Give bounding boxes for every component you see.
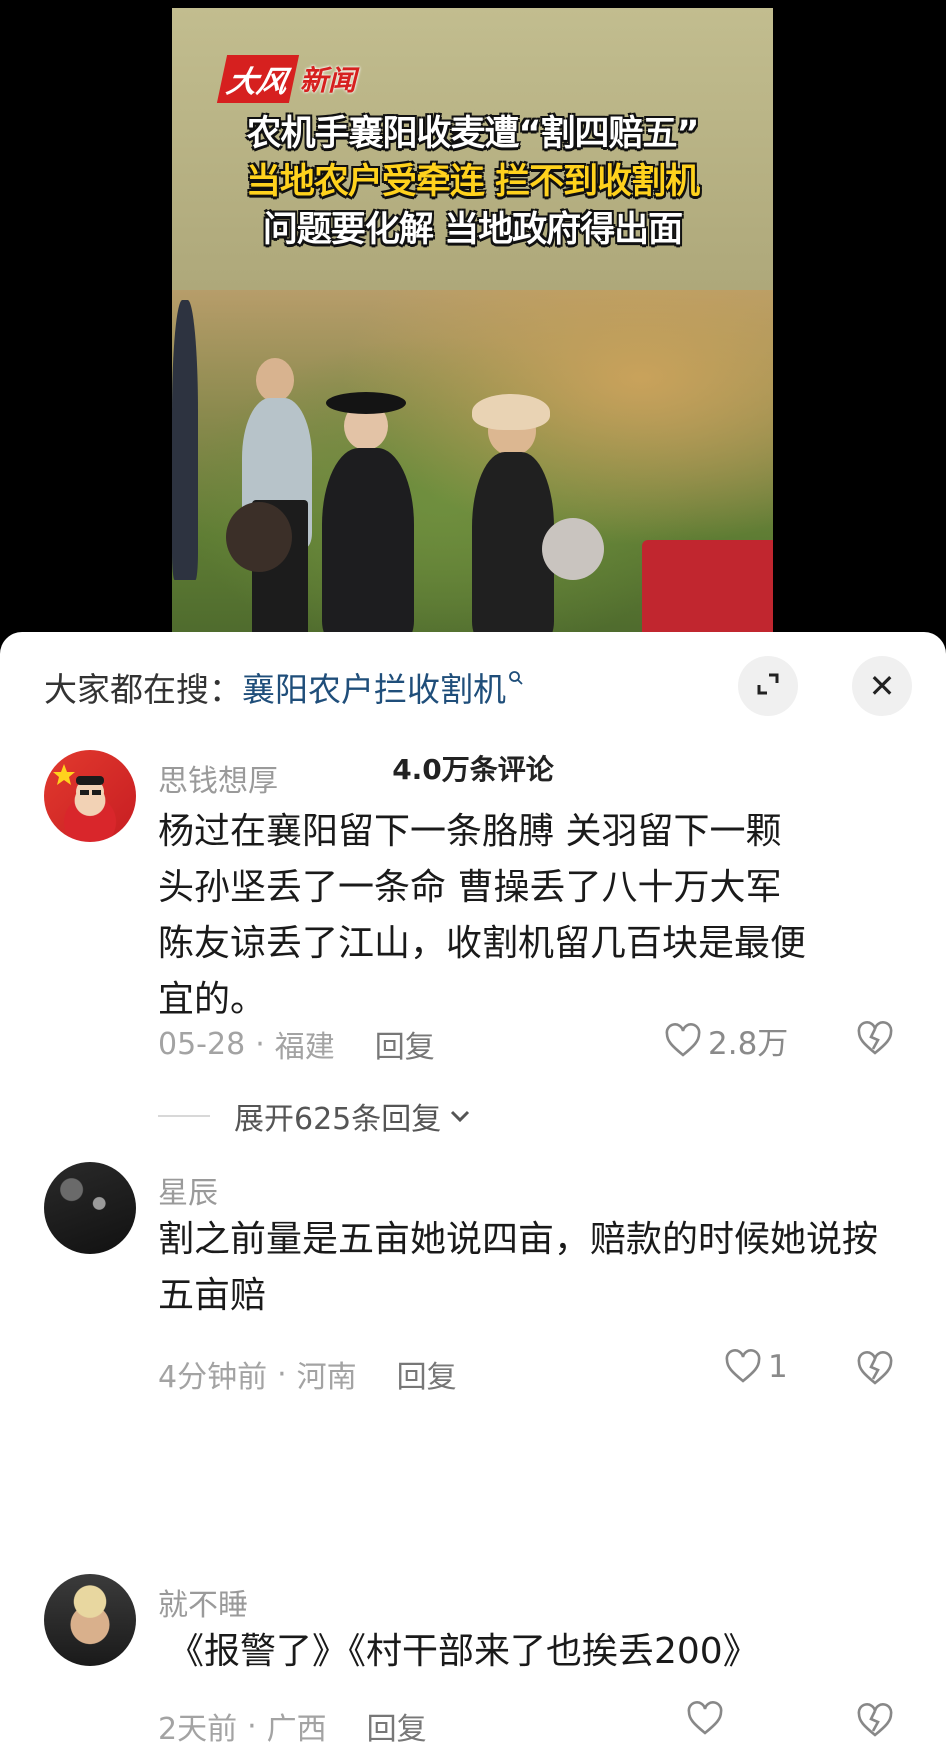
comment-username[interactable]: 星辰 — [158, 1168, 218, 1212]
avatar[interactable] — [44, 1162, 136, 1254]
comment-location: 广西 — [266, 1712, 327, 1747]
comment-time: 2天前 — [158, 1712, 238, 1747]
logo-text: 新闻 — [300, 64, 357, 97]
comment-text: 割之前量是五亩她说四亩，赔款的时候她说按五亩赔 — [158, 1219, 879, 1316]
hat — [472, 394, 550, 430]
expand-icon — [754, 670, 782, 702]
separator-dot: · — [277, 1356, 287, 1392]
person-figure — [172, 300, 198, 580]
video-player[interactable]: 大风 新闻 农机手襄阳收麦遭“割四赔五” 当地农户受牵连 拦不到收割机 问题要化… — [0, 0, 946, 640]
comment-text: 《报警了》《村干部来了也挨丢200》 — [168, 1631, 759, 1672]
reply-button[interactable]: 回复 — [375, 1022, 435, 1066]
close-icon: ✕ — [868, 667, 896, 705]
person-head — [226, 502, 292, 572]
avatar[interactable] — [44, 750, 136, 842]
like-button[interactable]: 1 — [724, 1348, 788, 1386]
news-banner: 大风 新闻 农机手襄阳收麦遭“割四赔五” 当地农户受牵连 拦不到收割机 问题要化… — [172, 8, 773, 290]
heart-icon — [687, 1701, 723, 1735]
expand-replies-button[interactable]: 展开625条回复 — [158, 1094, 473, 1138]
trending-search[interactable]: 大家都在搜： 襄阳农户拦收割机 — [44, 667, 524, 709]
search-prefix: 大家都在搜： — [44, 670, 242, 709]
like-count: 1 — [768, 1349, 788, 1385]
expand-line — [158, 1115, 210, 1117]
reply-button[interactable]: 回复 — [367, 1704, 427, 1748]
chevron-down-icon — [451, 1110, 470, 1123]
headline-line-3: 问题要化解 当地政府得出面 — [262, 210, 683, 250]
headline-line-2: 当地农户受牵连 拦不到收割机 — [245, 162, 700, 202]
comment-meta: 4分钟前 · 河南 回复 — [158, 1352, 457, 1396]
dislike-icon[interactable] — [856, 1702, 894, 1740]
person-figure — [322, 448, 414, 640]
field-scene-image — [172, 290, 773, 640]
like-button[interactable]: 2.8万 — [664, 1018, 788, 1063]
hat — [326, 392, 406, 414]
comment-panel: 大家都在搜： 襄阳农户拦收割机 ✕ 4.0万条评论 思钱想厚 杨过在襄阳留下一条… — [0, 632, 946, 1761]
harvester-machine — [642, 540, 773, 640]
expand-replies-label: 展开625条回复 — [234, 1102, 442, 1137]
separator-dot: · — [247, 1708, 257, 1744]
separator-dot: · — [255, 1026, 265, 1062]
avatar[interactable] — [44, 1574, 136, 1666]
logo-mark: 大风 — [216, 55, 300, 103]
reply-button[interactable]: 回复 — [397, 1352, 457, 1396]
comment-location: 福建 — [274, 1030, 335, 1065]
news-logo: 大风 新闻 — [216, 55, 357, 103]
close-button[interactable]: ✕ — [852, 656, 912, 716]
dislike-icon[interactable] — [856, 1350, 894, 1388]
headline-line-1: 农机手襄阳收麦遭“割四赔五” — [246, 114, 699, 154]
search-icon[interactable] — [508, 667, 524, 692]
expand-button[interactable] — [738, 656, 798, 716]
video-frame[interactable]: 大风 新闻 农机手襄阳收麦遭“割四赔五” 当地农户受牵连 拦不到收割机 问题要化… — [172, 8, 773, 640]
comment-meta: 05-28 · 福建 回复 — [158, 1022, 435, 1066]
like-count: 2.8万 — [708, 1026, 789, 1062]
comment-time: 05-28 — [158, 1026, 246, 1062]
person-head — [542, 518, 604, 580]
comment-location: 河南 — [296, 1360, 357, 1395]
like-button[interactable] — [686, 1700, 730, 1738]
comment-count: 4.0万条评论 — [392, 753, 554, 786]
comment-username[interactable]: 思钱想厚 — [158, 756, 278, 800]
heart-icon — [665, 1022, 701, 1057]
person-head — [256, 358, 294, 402]
comment-text: 杨过在襄阳留下一条胳膊 关羽留下一颗头孙坚丢了一条命 曹操丢了八十万大军 陈友谅… — [158, 811, 807, 1020]
comment-username[interactable]: 就不睡 — [158, 1580, 248, 1624]
comment-meta: 2天前 · 广西 回复 — [158, 1704, 427, 1748]
dislike-icon[interactable] — [856, 1020, 894, 1058]
comment-time: 4分钟前 — [158, 1360, 268, 1395]
search-keyword[interactable]: 襄阳农户拦收割机 — [242, 663, 506, 711]
heart-icon — [725, 1349, 761, 1383]
